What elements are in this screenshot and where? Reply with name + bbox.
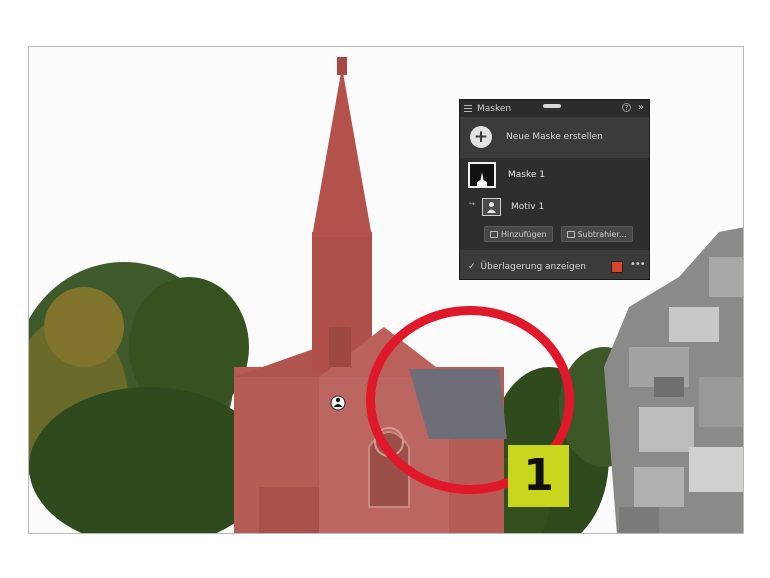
step-badge: 1 [508,445,569,507]
sub-mask-name: Motiv 1 [511,202,545,212]
more-icon[interactable]: ••• [630,259,646,270]
panel-title: Masken [477,103,512,114]
person-pin-icon[interactable] [330,395,346,411]
add-mask-icon [490,230,498,238]
link-icon: ↪ [469,200,475,208]
subtract-mask-icon [566,230,575,238]
mask-name: Maske 1 [508,170,545,180]
plus-icon[interactable]: + [470,126,492,148]
mask-actions: Hinzufügen Subtrahier... [484,226,633,242]
panel-header[interactable]: Masken ? » [460,100,649,117]
overlay-color-swatch[interactable] [611,261,623,273]
overlay-toggle-row: ✓ Überlagerung anzeigen ••• [460,257,649,277]
new-mask-button[interactable]: + Neue Maske erstellen [460,117,649,157]
mask-list: Maske 1 ↪ Motiv 1 Hinzufügen Subtrahier.… [460,158,649,250]
add-button-label: Hinzufügen [501,229,547,239]
mask-thumbnail[interactable] [468,162,496,188]
help-icon[interactable]: ? [622,103,631,112]
overlay-label[interactable]: Überlagerung anzeigen [481,262,586,272]
subtract-button[interactable]: Subtrahier... [560,226,633,242]
subtract-button-label: Subtrahier... [577,229,627,239]
new-mask-label: Neue Maske erstellen [506,132,603,142]
add-button[interactable]: Hinzufügen [484,226,553,242]
checkmark-icon[interactable]: ✓ [468,262,476,272]
masks-panel: Masken ? » + Neue Maske erstellen Maske … [459,99,650,280]
drag-handle[interactable] [543,104,561,108]
church-silhouette-icon [477,172,487,186]
mask-item[interactable]: Maske 1 [468,162,545,188]
menu-icon[interactable] [464,105,472,112]
sub-mask-item[interactable]: Motiv 1 [482,198,544,216]
person-icon[interactable] [482,198,501,216]
double-chevron-right-icon[interactable]: » [638,102,644,113]
